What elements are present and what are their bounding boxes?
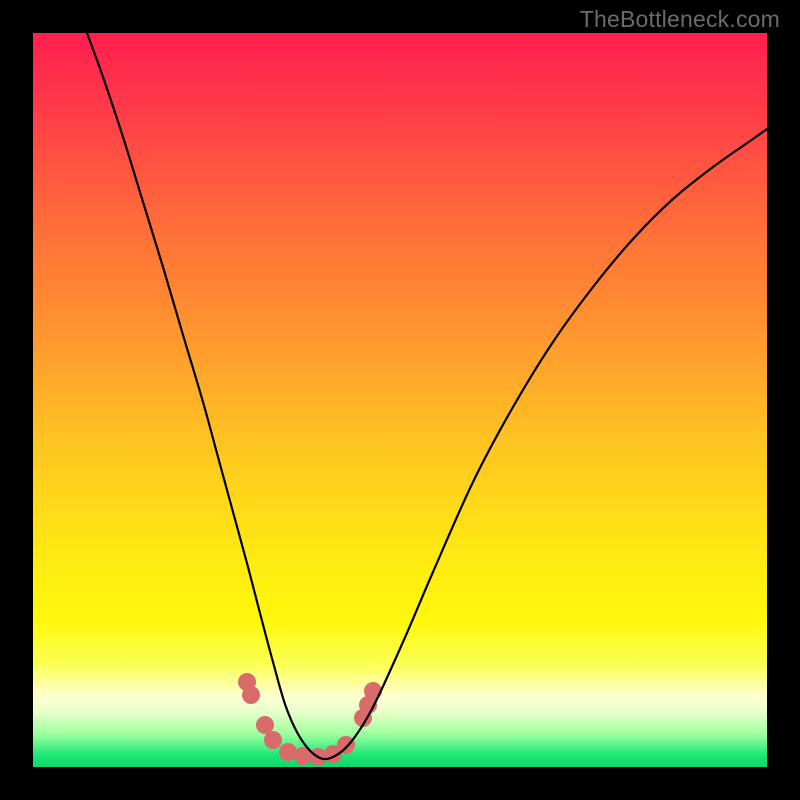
plot-area — [33, 33, 767, 767]
data-marker — [364, 682, 382, 700]
watermark-text: TheBottleneck.com — [580, 6, 780, 33]
chart-stage: TheBottleneck.com — [0, 0, 800, 800]
data-marker — [242, 686, 260, 704]
bottleneck-curve — [87, 33, 767, 759]
data-marker — [264, 731, 282, 749]
curve-layer — [33, 33, 767, 767]
